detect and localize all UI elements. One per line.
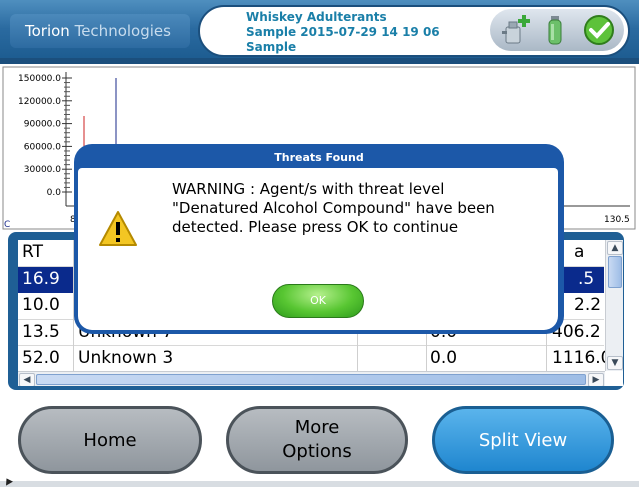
y-tick-label: 30000.0 [24, 165, 61, 175]
cell-rt: 16.9 [22, 269, 60, 289]
dialog-message: WARNING : Agent/s with threat level "Den… [172, 180, 495, 237]
chart-corner-label: C [4, 220, 10, 230]
vertical-scrollbar[interactable]: ▲ ▼ [605, 240, 623, 371]
y-tick-label: 120000.0 [18, 97, 61, 107]
message-line: "Denatured Alcohol Compound" have been [172, 199, 495, 217]
home-button-label: Home [83, 430, 137, 451]
check-icon[interactable] [582, 13, 616, 47]
threats-found-dialog: Threats Found WARNING : Agent/s with thr… [74, 144, 564, 334]
cell-name: Unknown 3 [78, 348, 174, 368]
y-tick-label: 90000.0 [24, 120, 61, 130]
cell-rt: 13.5 [22, 322, 60, 342]
method-name: Whiskey Adulterants [246, 10, 387, 24]
header-area: a [574, 242, 585, 262]
sample-type: Sample [246, 40, 297, 54]
cell-value: 0.0 [430, 348, 458, 368]
horizontal-scrollbar[interactable]: ◀ ▶ [18, 371, 605, 386]
x-tick-right: 130.5 [604, 215, 630, 225]
more-options-label-line1: More [294, 417, 340, 438]
brand-logo: Torion Technologies [10, 14, 190, 48]
cell-area: .5 [578, 269, 595, 289]
brand-name-primary: Torion [25, 22, 70, 40]
y-tick-label: 150000.0 [18, 74, 61, 84]
sample-timestamp: Sample 2015-07-29 14 19 06 [246, 25, 440, 39]
split-view-button[interactable]: Split View [432, 406, 614, 474]
brand-name-secondary: Technologies [74, 22, 171, 40]
message-line: WARNING : Agent/s with threat level [172, 180, 445, 198]
app-header: Torion Technologies Whiskey Adulterants … [0, 0, 639, 64]
add-sample-icon[interactable] [500, 13, 534, 47]
split-view-button-label: Split View [478, 430, 568, 451]
status-icons-panel [490, 9, 624, 51]
y-tick-label: 0.0 [47, 188, 62, 198]
footer-nav: Home More Options Split View [0, 398, 639, 487]
dialog-body: WARNING : Agent/s with threat level "Den… [78, 168, 558, 330]
cell-area: 2.2 [574, 295, 602, 315]
scroll-up-icon[interactable]: ▲ [607, 241, 623, 255]
ok-button[interactable]: OK [272, 284, 364, 318]
cell-area: 1116.0 [552, 348, 612, 368]
scroll-left-icon[interactable]: ◀ [19, 373, 35, 386]
more-options-button[interactable]: More Options [226, 406, 408, 474]
y-tick-label: 60000.0 [24, 142, 61, 152]
warning-icon [99, 211, 137, 246]
scroll-right-icon[interactable]: ▶ [588, 373, 604, 386]
home-button[interactable]: Home [18, 406, 202, 474]
more-options-label-line2: Options [282, 441, 352, 462]
header-rt: RT [22, 242, 43, 262]
cell-rt: 10.0 [22, 295, 60, 315]
table-row[interactable]: 52.0 Unknown 3 0.0 1116.0 [18, 346, 611, 372]
horizontal-scroll-thumb[interactable] [36, 374, 586, 385]
message-line: detected. Please press OK to continue [172, 218, 459, 236]
bottom-edge-strip [0, 481, 639, 487]
cell-rt: 52.0 [22, 348, 60, 368]
vertical-scroll-thumb[interactable] [608, 256, 622, 288]
scroll-down-icon[interactable]: ▼ [607, 356, 623, 370]
dialog-title: Threats Found [274, 151, 364, 164]
gas-cylinder-icon[interactable] [540, 13, 574, 47]
